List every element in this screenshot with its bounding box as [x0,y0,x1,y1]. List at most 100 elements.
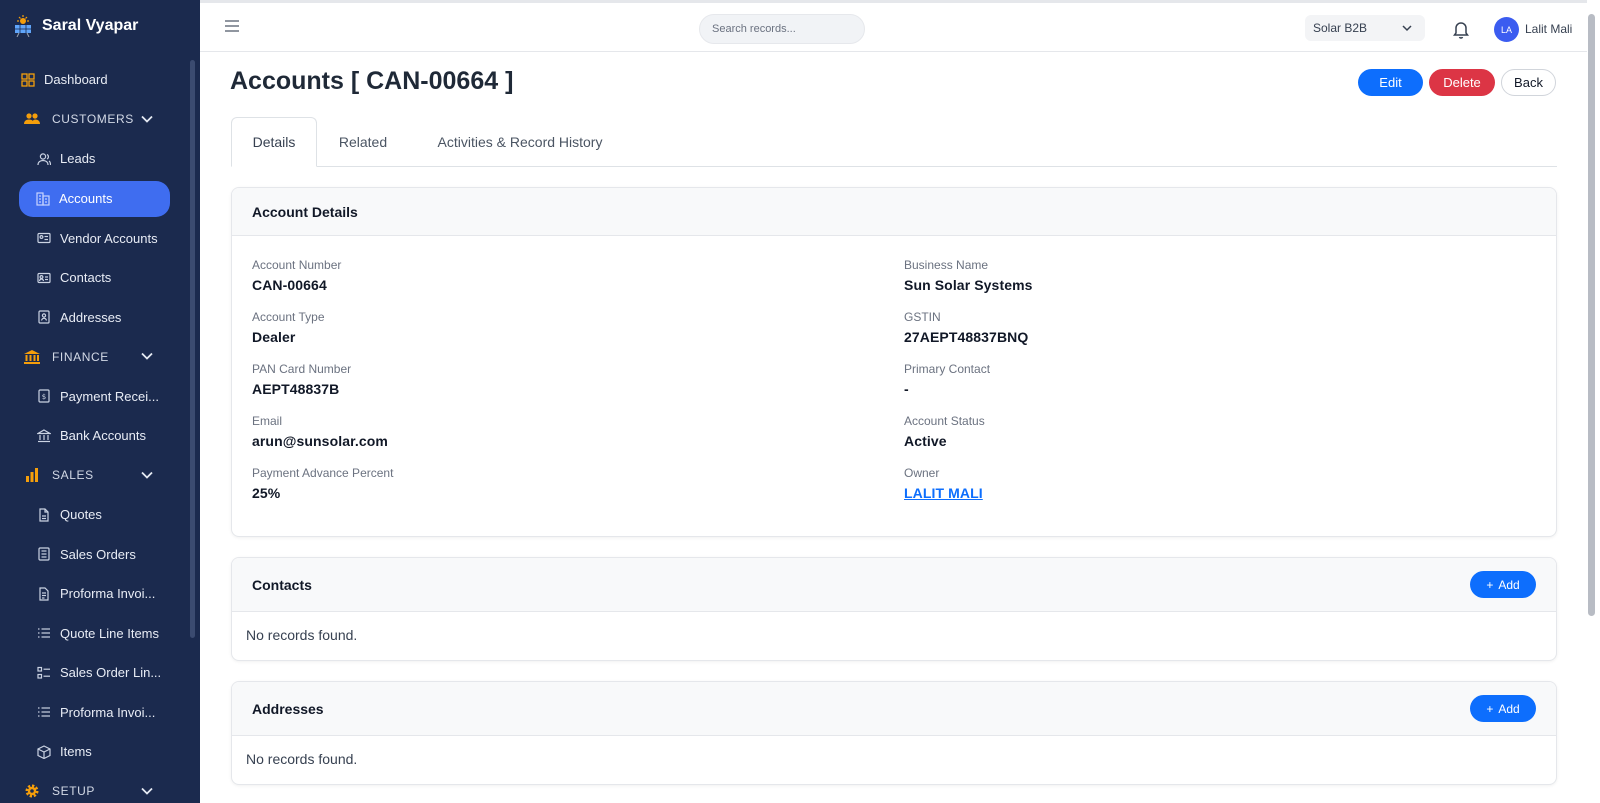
plus-icon: + [1486,701,1494,716]
sidebar-item-leads[interactable]: Leads [0,139,192,179]
sidebar-item-label: Quotes [60,507,102,523]
bank-icon [24,349,40,365]
solar-logo-icon [15,15,31,37]
field-value: CAN-00664 [252,277,327,293]
sidebar-item-label: Accounts [59,191,113,206]
field-label: Primary Contact [904,362,991,376]
section-finance[interactable]: FINANCE [0,337,192,377]
card-heading: Addresses + Add [232,682,1556,736]
vendor-card-icon [36,230,52,246]
chevron-down-icon[interactable] [140,349,154,363]
sidebar-item-label: Vendor Accounts [60,230,158,246]
back-button[interactable]: Back [1501,69,1556,96]
sidebar-item-proforma-invoices[interactable]: Proforma Invoi... [0,574,192,614]
field-value: AEPT48837B [252,381,340,397]
bar-chart-icon [24,467,40,483]
sidebar-item-payment-receipts[interactable]: $ Payment Recei... [0,377,192,417]
contacts-heading: Contacts [252,576,312,593]
section-setup[interactable]: SETUP [0,772,192,803]
sidebar-item-quotes[interactable]: Quotes [0,495,192,535]
sidebar-item-contacts[interactable]: Contacts [0,258,192,298]
sidebar-item-bank-accounts[interactable]: Bank Accounts [0,416,192,456]
tab-related[interactable]: Related [317,117,409,167]
sidebar-item-label: Quote Line Items [60,625,159,641]
record-tabs: Details Related Activities & Record Hist… [231,117,1557,167]
hamburger-menu-icon[interactable] [224,19,240,33]
field-account-type: Account Type Dealer [252,310,325,345]
chevron-down-icon[interactable] [140,784,154,798]
sidebar-item-items[interactable]: Items [0,732,192,772]
sidebar-item-label: Proforma Invoi... [60,586,156,602]
sidebar-item-vendor-accounts[interactable]: Vendor Accounts [0,219,192,259]
user-name[interactable]: Lalit Mali [1525,22,1572,36]
bell-icon[interactable] [1452,19,1470,39]
page-scrollbar[interactable] [1588,14,1595,616]
building-icon [35,191,51,207]
bank-outline-icon [36,428,52,444]
section-sales[interactable]: SALES [0,456,192,496]
brand[interactable]: Saral Vyapar [0,0,200,52]
svg-text:$: $ [42,393,46,401]
sidebar-item-accounts[interactable]: Accounts [19,180,170,217]
sidebar-item-dashboard[interactable]: Dashboard [0,60,192,100]
add-label: Add [1498,701,1520,716]
topbar: Search records... Solar B2B LA Lalit Mal… [200,0,1587,52]
chevron-down-icon [1402,25,1412,32]
avatar[interactable]: LA [1494,17,1519,42]
sidebar-item-sales-order-lines[interactable]: Sales Order Lin... [0,653,192,693]
sidebar-item-label: Contacts [60,270,112,286]
org-select-value: Solar B2B [1313,21,1368,35]
field-account-number: Account Number CAN-00664 [252,258,341,293]
document-icon [36,507,52,523]
receipt-icon: $ [36,388,52,404]
chevron-down-icon[interactable] [140,468,154,482]
list-icon [36,625,52,641]
checklist-icon [36,665,52,681]
page-title: Accounts [ CAN-00664 ] [230,67,514,95]
section-label: FINANCE [52,349,109,364]
address-book-icon [36,309,52,325]
sidebar-item-label: Payment Recei... [60,388,159,404]
addresses-card: Addresses + Add No records found. [231,681,1557,785]
delete-button[interactable]: Delete [1429,69,1495,96]
field-business-name: Business Name Sun Solar Systems [904,258,1033,293]
user-icon [36,151,52,167]
sidebar-item-proforma-invoice-lines[interactable]: Proforma Invoi... [0,693,192,733]
gear-icon [24,783,40,799]
add-label: Add [1498,577,1520,592]
sidebar-item-label: Bank Accounts [60,428,146,444]
tab-activities-history[interactable]: Activities & Record History [409,117,631,167]
owner-link[interactable]: LALIT MALI [904,485,983,501]
sidebar-item-quote-line-items[interactable]: Quote Line Items [0,614,192,654]
sidebar-item-label: Sales Orders [60,546,136,562]
field-value: Sun Solar Systems [904,277,1033,293]
field-label: GSTIN [904,310,941,324]
edit-button[interactable]: Edit [1358,69,1423,96]
sidebar-item-label: Addresses [60,309,122,325]
dashboard-icon [20,72,36,88]
sidebar-item-label: Items [60,744,92,760]
field-label: Account Status [904,414,985,428]
tab-details[interactable]: Details [231,117,317,167]
add-address-button[interactable]: + Add [1470,695,1536,722]
users-icon [24,111,40,127]
search-placeholder: Search records... [712,23,796,35]
section-label: SALES [52,468,94,483]
org-select[interactable]: Solar B2B [1305,15,1425,41]
sidebar-item-sales-orders[interactable]: Sales Orders [0,535,192,575]
sidebar-item-addresses[interactable]: Addresses [0,298,192,338]
search-input[interactable]: Search records... [699,14,865,44]
sidebar-item-label: Proforma Invoi... [60,704,156,720]
section-customers[interactable]: CUSTOMERS [0,100,192,140]
empty-state: No records found. [246,751,358,767]
sidebar-nav: Dashboard CUSTOMERS Leads Accounts Vendo… [0,60,192,803]
add-contact-button[interactable]: + Add [1470,571,1536,598]
addresses-heading: Addresses [252,700,324,717]
orders-icon [36,546,52,562]
chevron-down-icon[interactable] [140,112,154,126]
section-label: SETUP [52,784,96,799]
sidebar-scrollbar[interactable] [190,60,195,638]
field-label: Account Type [252,310,325,324]
section-label: CUSTOMERS [52,112,134,127]
empty-state: No records found. [246,627,358,643]
